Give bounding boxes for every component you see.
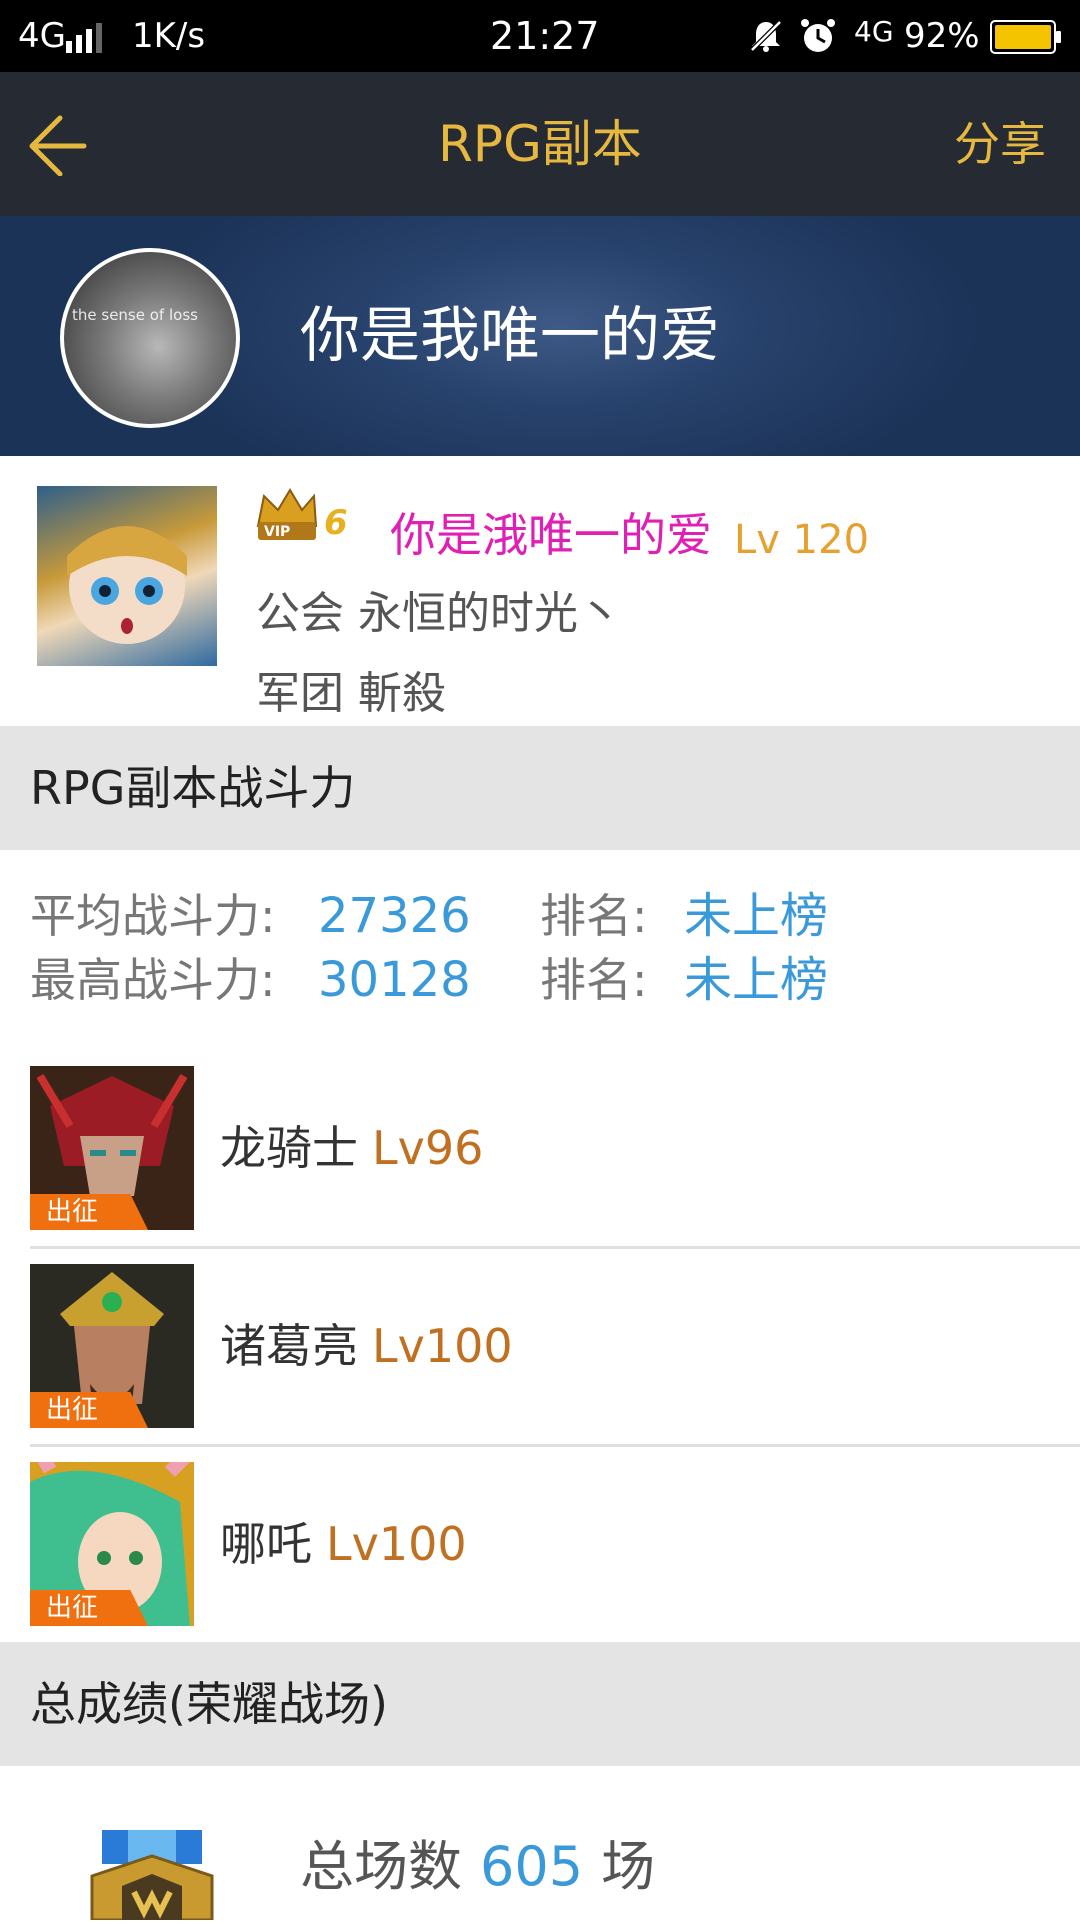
clock: 21:27: [490, 14, 600, 58]
hero-level: Lv100: [326, 1517, 467, 1571]
section-title: RPG副本战斗力: [30, 761, 356, 815]
avg-rank-label: 排名:: [540, 889, 648, 943]
hero-row[interactable]: 出征 哪吒 Lv100: [0, 1462, 1080, 1660]
max-power-value: 30128: [318, 952, 471, 1008]
total-games-value: 605: [480, 1835, 584, 1898]
hero-name-text: 诸葛亮: [220, 1319, 358, 1373]
network-type-2: 4G: [854, 15, 894, 48]
hero-level: Lv100: [372, 1319, 513, 1373]
avg-rank-value: 未上榜: [684, 888, 829, 944]
row-divider: [30, 1246, 1080, 1249]
hero-row[interactable]: 出征 诸葛亮 Lv100: [0, 1264, 1080, 1462]
deploy-tag: 出征: [30, 1194, 148, 1230]
row-divider: [30, 1444, 1080, 1447]
status-bar: 4G 1K/s 21:27 4G 92%: [0, 0, 1080, 72]
total-games: 总场数 605 场: [300, 1832, 655, 1902]
alarm-icon: [798, 16, 838, 56]
hero-row[interactable]: 出征 龙骑士 Lv96: [0, 1066, 1080, 1264]
banner-username: 你是我唯一的爱: [300, 301, 720, 371]
mute-bell-icon: [748, 18, 784, 54]
hero-portrait-dragon-knight: 出征: [30, 1066, 194, 1230]
svg-text:VIP: VIP: [264, 524, 290, 540]
deploy-tag: 出征: [30, 1392, 148, 1428]
max-power-label: 最高战斗力:: [30, 953, 276, 1007]
total-record-section-header: 总成绩(荣耀战场): [0, 1642, 1080, 1766]
hero-name: 诸葛亮 Lv100: [220, 1316, 513, 1376]
avg-power-value: 27326: [318, 888, 471, 944]
hero-name-text: 龙骑士: [220, 1121, 358, 1175]
battery-icon: [990, 20, 1062, 54]
nav-bar: RPG副本 分享: [0, 72, 1080, 216]
hero-name: 龙骑士 Lv96: [220, 1118, 483, 1178]
avg-power-label: 平均战斗力:: [30, 889, 276, 943]
medal-icon: [72, 1826, 232, 1922]
avatar-caption: the sense of loss: [72, 306, 198, 324]
total-games-unit: 场: [601, 1835, 656, 1898]
vip-badge-icon: VIP 6: [254, 486, 354, 546]
total-games-label: 总场数: [300, 1835, 462, 1898]
deploy-tag: 出征: [30, 1590, 148, 1626]
legion-info: 军团 斬殺: [256, 668, 446, 719]
player-name: 你是涐唯一的爱: [390, 508, 712, 562]
player-hero-portrait: [37, 486, 217, 666]
max-rank-label: 排名:: [540, 953, 648, 1007]
hero-level: Lv96: [372, 1121, 484, 1175]
rpg-power-section-header: RPG副本战斗力: [0, 726, 1080, 850]
hero-portrait-zhuge-liang: 出征: [30, 1264, 194, 1428]
page-title: RPG副本: [438, 115, 642, 173]
share-button[interactable]: 分享: [954, 72, 1046, 216]
section-title: 总成绩(荣耀战场): [30, 1677, 388, 1731]
max-rank-value: 未上榜: [684, 952, 829, 1008]
player-level: Lv 120: [734, 517, 870, 563]
hero-portrait-nezha: 出征: [30, 1462, 194, 1626]
hero-name: 哪吒 Lv100: [220, 1514, 467, 1574]
svg-text:6: 6: [324, 503, 348, 543]
network-speed: 1K/s: [132, 16, 206, 56]
guild-info: 公会 永恒的时光丶: [256, 588, 622, 639]
avatar[interactable]: the sense of loss: [60, 248, 240, 428]
hero-name-text: 哪吒: [220, 1517, 312, 1571]
signal-icon: [66, 22, 110, 53]
network-type: 4G: [18, 16, 66, 56]
battery-percent: 92%: [904, 16, 980, 56]
